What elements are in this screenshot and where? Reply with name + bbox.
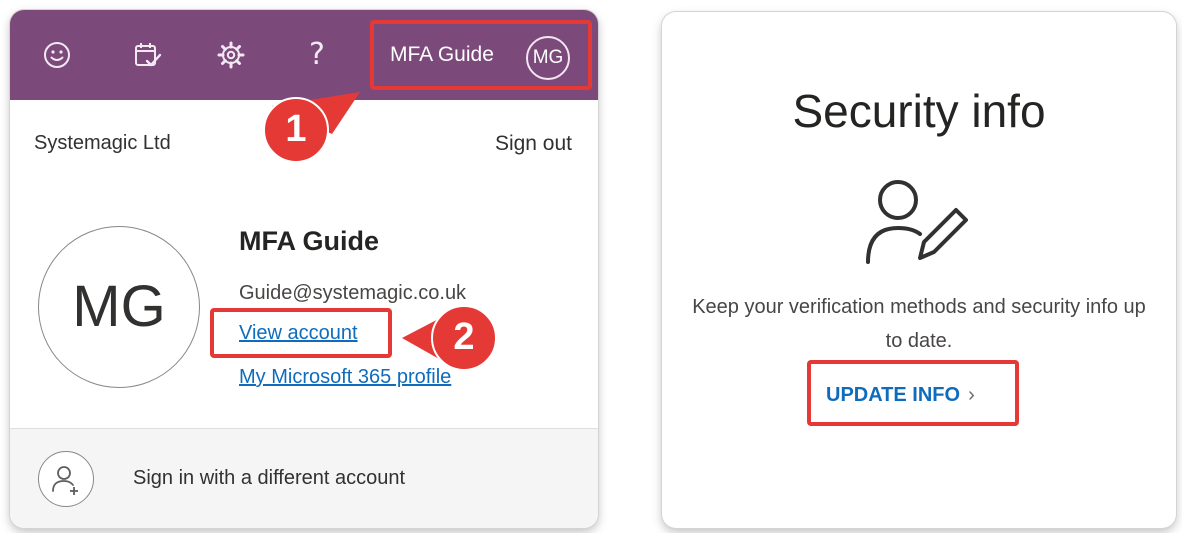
me-control-avatar: MG (526, 36, 570, 80)
sign-out-link[interactable]: Sign out (495, 132, 572, 156)
sign-in-different-account-row[interactable]: Sign in with a different account (10, 428, 598, 528)
profile-name: MFA Guide (239, 226, 379, 256)
step-marker-2: 2 (398, 302, 502, 376)
update-info-label: UPDATE INFO (826, 384, 961, 406)
step-marker-1: 1 (252, 86, 372, 172)
profile-avatar: MG (38, 226, 200, 388)
person-add-icon (38, 451, 94, 507)
chevron-right-icon: › (968, 384, 975, 406)
smiley-icon[interactable] (34, 32, 80, 78)
gear-icon[interactable] (208, 32, 254, 78)
security-info-title: Security info (792, 85, 1046, 137)
organization-name: Systemagic Ltd (34, 132, 171, 154)
calendar-check-icon[interactable] (124, 32, 170, 78)
person-edit-icon (860, 172, 980, 277)
update-info-link[interactable]: UPDATE INFO › (826, 384, 975, 407)
security-info-card: Security info Keep your verification met… (662, 12, 1176, 528)
me-control-name: MFA Guide (390, 43, 494, 66)
sign-in-different-account-label: Sign in with a different account (133, 467, 406, 489)
step-marker-2-number: 2 (453, 316, 475, 358)
me-control-button[interactable]: MFA Guide MG (370, 20, 592, 90)
view-account-link[interactable]: View account (239, 322, 358, 345)
help-icon[interactable]: ? (294, 32, 340, 78)
security-info-description: Keep your verification methods and secur… (692, 296, 1146, 352)
step-marker-1-number: 1 (285, 108, 307, 150)
